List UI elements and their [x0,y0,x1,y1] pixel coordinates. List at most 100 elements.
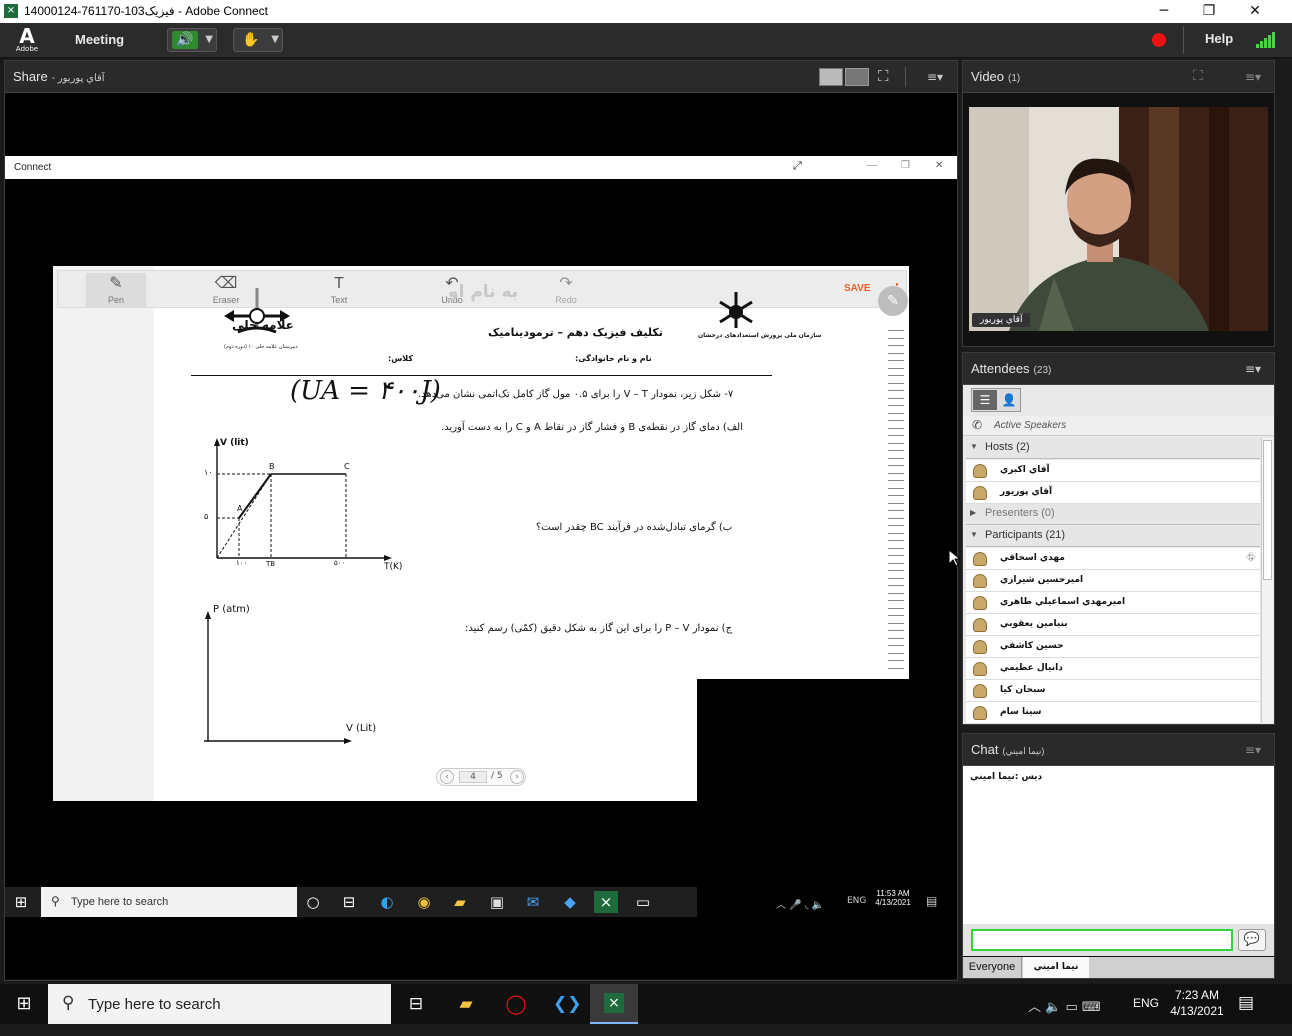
fullscreen-icon[interactable]: ⛶ [1193,68,1203,84]
document-margin [53,266,154,801]
participant-item[interactable]: مهدي اسحاقي [966,548,1260,570]
task-view-icon[interactable]: ⊟ [337,891,361,913]
file-explorer-icon[interactable]: ▰ [448,891,472,913]
action-center-icon[interactable]: ▤ [1238,993,1254,1013]
chat-input[interactable] [971,929,1233,951]
participant-avatar-icon [973,552,987,566]
remote-search-box[interactable]: ⚲ Type here to search [41,887,297,917]
fullscreen-icon[interactable]: ⛶ [878,67,889,85]
vt-y-tick: ۱۰ [204,468,213,477]
page-number-input[interactable]: 4 [459,771,487,783]
host-item[interactable]: آقاي اکبري [966,460,1260,482]
system-tray-icons[interactable]: ︿ 🔈 ▭ ⌨ [1028,996,1101,1015]
raise-hand-button[interactable]: ✋ ▼ [233,28,283,52]
remote-language[interactable]: ENG [847,896,866,906]
chat-input-bar: 💬 [963,924,1274,956]
pod-options-icon[interactable]: ≡▾ [1245,70,1261,84]
participants-group[interactable]: ▼ Participants (21) [966,526,1260,547]
shared-screen-overlap [697,679,909,801]
ruler-tick [888,487,904,489]
file-explorer-icon[interactable]: ▰ [454,993,478,1015]
ruler-tick [888,607,904,609]
participant-item[interactable]: سبحان کيا [966,680,1260,702]
remote-desktop-icon[interactable]: ▭ [631,891,655,913]
page-scroll-ruler[interactable] [886,330,906,675]
store-icon[interactable]: ▣ [485,891,509,913]
taskbar-search-box[interactable]: ⚲ Type here to search [48,984,391,1024]
task-view-icon[interactable]: ⊟ [404,993,428,1015]
question-7: ۷- شکل زیر، نمودار V – T را برای ۰.۵ مول… [418,389,734,400]
ruler-tick [888,397,904,399]
restore-icon[interactable]: ❐ [901,160,910,171]
expand-icon[interactable]: ⤢ [793,160,802,173]
pod-options-icon[interactable]: ≡▾ [1245,743,1261,757]
minimize-button[interactable]: ─ [1149,2,1179,20]
presenter-name: - آقاي پوريور [51,73,105,84]
text-tool[interactable]: T Text [309,273,369,305]
help-menu[interactable]: Help [1205,31,1233,46]
participant-item[interactable]: سينا سام [966,702,1260,724]
tab-everyone[interactable]: Everyone [963,957,1022,978]
pod-options-icon[interactable]: ≡▾ [1245,362,1261,376]
participant-item[interactable]: اميرمهدي اسماعيلي طاهري [966,592,1260,614]
meeting-menu[interactable]: Meeting [75,32,124,47]
ruler-tick [888,660,904,661]
participant-item[interactable]: بنيامين يعقوبي [966,614,1260,636]
vscode-icon[interactable]: ❮❯ [553,993,582,1015]
host-item[interactable]: آقاي پوريور [966,482,1260,504]
chevron-down-icon[interactable]: ▼ [205,31,213,49]
pod-options-icon[interactable]: ≡▾ [927,70,943,84]
chevron-down-icon[interactable]: ▼ [271,31,279,49]
next-page-button[interactable]: › [510,770,524,784]
participant-item[interactable]: دانيال عظيمي [966,658,1260,680]
system-clock[interactable]: 7:23 AM 4/13/2021 [1160,987,1234,1019]
adobe-logo: A Adobe [15,24,39,53]
cortana-icon[interactable]: ○ [301,891,325,913]
save-button[interactable]: SAVE [844,283,871,294]
list-view-icon[interactable]: ☰ [973,390,997,410]
hosts-group[interactable]: ▼ Hosts (2) [966,438,1260,459]
opera-icon[interactable]: ◯ [504,993,528,1015]
adobe-connect-task-button[interactable]: ⨯ [590,984,638,1024]
vt-x-axis-label: T(K) [384,562,403,572]
tab-private-chat[interactable]: نيما اميني [1023,957,1089,978]
prev-page-button[interactable]: ‹ [440,770,454,784]
ruler-tick [888,412,904,414]
ruler-tick [888,405,904,406]
edge-icon[interactable]: ◐ [375,891,399,913]
windows-start-icon[interactable]: ⊞ [12,993,36,1015]
scrollbar-thumb[interactable] [1263,440,1272,580]
question-7a: الف) دمای گاز در نقطه‌ی B و فشار گاز در … [441,422,744,433]
speaker-button[interactable]: 🔊 ▼ [167,28,217,52]
notification-icon[interactable]: ▤ [926,894,937,908]
participant-item[interactable]: اميرحسين شيرازي [966,570,1260,592]
close-window-button[interactable]: ✕ [1240,2,1270,20]
windows-start-icon[interactable]: ⊞ [9,891,33,913]
ruler-tick [888,532,904,534]
recording-icon[interactable] [1152,33,1166,47]
search-icon: ⚲ [51,894,60,908]
chrome-icon[interactable]: ◉ [412,891,436,913]
active-speakers-row: ✆ Active Speakers [963,416,1274,436]
attendees-scrollbar[interactable] [1261,438,1273,723]
adobe-connect-task-icon[interactable]: ⨯ [594,891,618,913]
status-view-icon[interactable]: 👤 [998,390,1020,410]
participant-item[interactable]: حسين کاشفي [966,636,1260,658]
app-icon[interactable]: ◆ [558,891,582,913]
minimize-icon[interactable]: — [867,160,877,171]
system-tray-icons[interactable]: ︿ 🎤 ◟ 🔈 [776,896,824,911]
video-pod-title: Video [971,69,1005,84]
send-message-button[interactable]: 💬 [1238,929,1266,951]
fit-width-icon[interactable] [819,68,843,86]
fit-page-icon[interactable] [845,68,869,86]
presenters-group[interactable]: ▶ Presenters (0) [966,504,1260,525]
annotate-toggle-button[interactable]: ✎ [878,286,908,316]
ruler-tick [888,510,904,511]
chat-message: دیس :نيما اميني [970,772,1043,782]
redo-tool[interactable]: ↷ Redo [536,273,596,305]
close-icon[interactable]: ✕ [935,160,943,171]
mail-icon[interactable]: ✉ [521,891,545,913]
maximize-button[interactable]: ❐ [1194,2,1224,20]
pen-tool[interactable]: ✎ Pen [86,273,146,307]
language-indicator[interactable]: ENG [1133,996,1159,1010]
